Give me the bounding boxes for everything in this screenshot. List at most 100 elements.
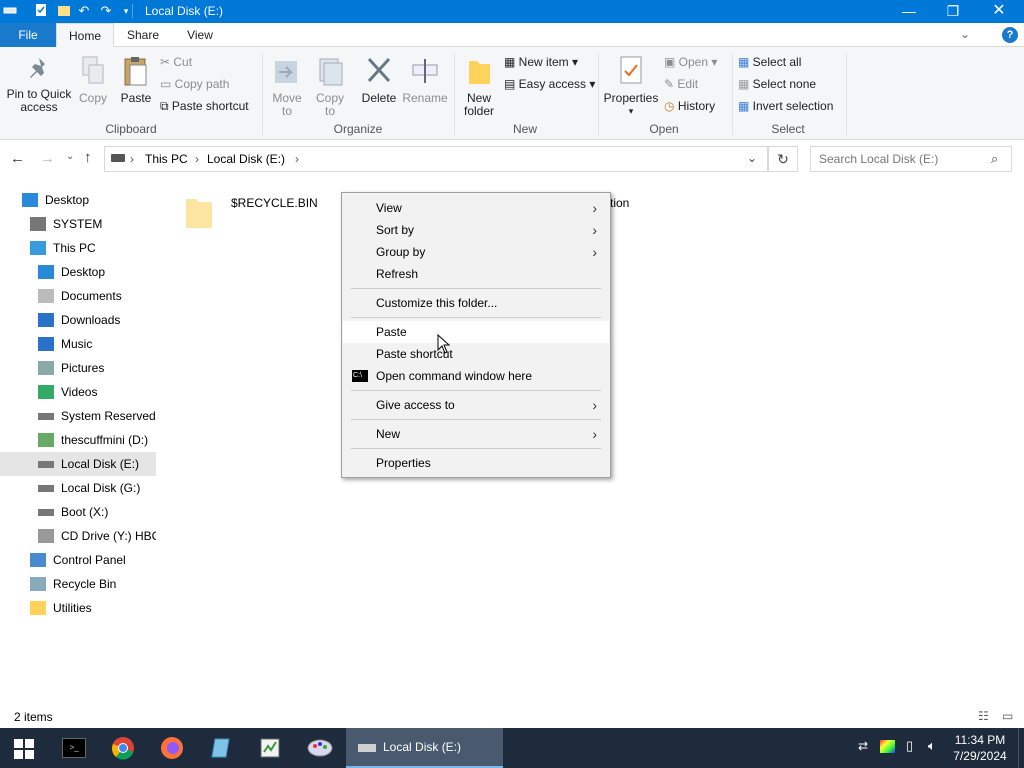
file-item-name[interactable]: $RECYCLE.BIN <box>231 196 318 210</box>
chevron-right-icon[interactable]: › <box>130 152 134 166</box>
properties-button[interactable]: Properties ▾ <box>602 55 660 119</box>
clock[interactable]: 11:34 PM 7/29/2024 <box>950 732 1010 764</box>
volume-muted-icon[interactable]: 🔈︎ <box>928 738 936 754</box>
chrome-icon[interactable] <box>111 736 135 763</box>
large-icons-view-icon[interactable]: ▭ <box>1002 709 1013 723</box>
menu-item-give-access[interactable]: Give access to › <box>343 394 609 416</box>
nav-item[interactable]: Desktop <box>0 260 156 284</box>
paint-icon[interactable] <box>307 736 333 763</box>
select-none-button[interactable]: ▦ Select none <box>738 77 816 91</box>
network-icon[interactable]: ⇄ <box>858 739 868 753</box>
color-tool-icon[interactable] <box>880 740 895 753</box>
nav-item-label: thescuffmini (D:) <box>61 433 149 447</box>
copy-button[interactable]: Copy <box>74 55 112 115</box>
nav-item[interactable]: Pictures <box>0 356 156 380</box>
firefox-icon[interactable] <box>160 736 184 763</box>
breadcrumb-local-disk[interactable]: Local Disk (E:) <box>207 152 285 166</box>
nav-item[interactable]: Local Disk (G:) <box>0 476 156 500</box>
undo-icon[interactable]: ↶ <box>76 3 92 19</box>
easy-access-button[interactable]: ▤ Easy access ▾ <box>504 77 595 91</box>
menu-separator <box>351 448 601 449</box>
nav-item[interactable]: System Reserved ( <box>0 404 156 428</box>
invert-selection-button[interactable]: ▦ Invert selection <box>738 99 833 113</box>
open-button[interactable]: ▣ Open ▾ <box>664 55 717 69</box>
move-to-button[interactable]: Move to <box>266 55 308 119</box>
copy-to-button[interactable]: Copy to <box>310 55 350 119</box>
rename-icon <box>412 59 438 83</box>
pin-quick-access-button[interactable]: Pin to Quick access <box>4 55 74 115</box>
nav-item[interactable]: thescuffmini (D:) <box>0 428 156 452</box>
nav-item[interactable]: Music <box>0 332 156 356</box>
paste-button[interactable]: Paste <box>116 55 156 115</box>
new-item-button[interactable]: ▦ New item ▾ <box>504 55 578 69</box>
recent-locations-icon[interactable]: ⌄ <box>66 151 74 162</box>
menu-item-new[interactable]: New › <box>343 423 609 445</box>
chevron-down-icon[interactable]: ⌄ <box>747 151 757 165</box>
close-button[interactable]: ✕ <box>976 0 1022 23</box>
properties-quick-icon[interactable] <box>33 3 49 19</box>
nav-item[interactable]: This PC <box>0 236 156 260</box>
back-icon[interactable]: ← <box>10 150 25 167</box>
tab-home[interactable]: Home <box>56 23 114 48</box>
nav-item-label: System Reserved ( <box>61 409 156 423</box>
nav-item[interactable]: Local Disk (E:) <box>0 452 156 476</box>
nav-item[interactable]: Desktop <box>0 188 156 212</box>
up-icon[interactable]: ↑ <box>84 149 92 166</box>
nav-item[interactable]: Control Panel <box>0 548 156 572</box>
start-windows-icon[interactable] <box>14 739 34 762</box>
notepad-icon[interactable] <box>209 736 233 763</box>
paste-shortcut-button[interactable]: ⧉ Paste shortcut <box>160 99 249 114</box>
nav-item[interactable]: Utilities <box>0 596 156 620</box>
refresh-button[interactable]: ↻ <box>768 146 798 172</box>
editor-icon[interactable] <box>258 736 282 763</box>
chevron-right-icon[interactable]: › <box>295 152 299 166</box>
nav-item[interactable]: Videos <box>0 380 156 404</box>
terminal-icon[interactable]: >_ <box>62 738 86 758</box>
details-view-icon[interactable]: ☷ <box>978 709 989 723</box>
chevron-down-icon[interactable]: ⌄ <box>960 27 970 41</box>
search-input[interactable]: Search Local Disk (E:) ⌕ <box>810 146 1012 172</box>
show-desktop-button[interactable] <box>1018 728 1024 768</box>
delete-button[interactable]: Delete <box>358 55 400 119</box>
forward-icon[interactable]: → <box>40 150 55 167</box>
nav-item[interactable]: SYSTEM <box>0 212 156 236</box>
menu-item-view[interactable]: View › <box>343 197 609 219</box>
minimize-button[interactable]: — <box>886 0 932 23</box>
nav-item[interactable]: CD Drive (Y:) HBC <box>0 524 156 548</box>
menu-item-paste[interactable]: Paste <box>343 321 609 343</box>
file-item-name[interactable]: tion <box>610 196 629 210</box>
rename-button[interactable]: Rename <box>402 55 448 119</box>
nav-item[interactable]: Recycle Bin <box>0 572 156 596</box>
tab-view[interactable]: View <box>176 23 224 47</box>
drive-icon[interactable] <box>2 3 18 19</box>
cut-button[interactable]: ✂ Cut <box>160 55 192 69</box>
help-icon[interactable]: ? <box>1002 27 1018 43</box>
menu-item-sort-by[interactable]: Sort by › <box>343 219 609 241</box>
history-button[interactable]: ◷ History <box>664 99 715 113</box>
copy-path-button[interactable]: ▭ Copy path <box>160 77 229 91</box>
menu-item-open-command-window[interactable]: C:\ Open command window here <box>343 365 609 387</box>
folder-icon[interactable] <box>184 193 214 231</box>
select-all-button[interactable]: ▦ Select all <box>738 55 801 69</box>
breadcrumb-this-pc[interactable]: This PC <box>145 152 188 166</box>
drive-icon <box>38 509 54 516</box>
taskbar-button-explorer[interactable]: Local Disk (E:) <box>346 728 503 768</box>
usb-icon[interactable]: ▯ <box>906 738 913 754</box>
menu-item-group-by[interactable]: Group by › <box>343 241 609 263</box>
new-folder-button[interactable]: New folder <box>458 55 500 119</box>
edit-button[interactable]: ✎ Edit <box>664 77 698 91</box>
chevron-right-icon[interactable]: › <box>195 152 199 166</box>
menu-item-properties[interactable]: Properties <box>343 452 609 474</box>
redo-icon[interactable]: ↷ <box>98 3 114 19</box>
menu-item-refresh[interactable]: Refresh <box>343 263 609 285</box>
menu-item-paste-shortcut[interactable]: Paste shortcut <box>343 343 609 365</box>
new-folder-quick-icon[interactable] <box>56 3 72 19</box>
nav-item[interactable]: Downloads <box>0 308 156 332</box>
nav-item[interactable]: Boot (X:) <box>0 500 156 524</box>
menu-item-customize[interactable]: Customize this folder... <box>343 292 609 314</box>
address-bar[interactable]: › This PC › Local Disk (E:) › ⌄ <box>104 146 768 172</box>
maximize-button[interactable]: ❐ <box>930 0 976 23</box>
nav-item[interactable]: Documents <box>0 284 156 308</box>
tab-share[interactable]: Share <box>118 23 168 47</box>
tab-file[interactable]: File <box>0 23 56 47</box>
